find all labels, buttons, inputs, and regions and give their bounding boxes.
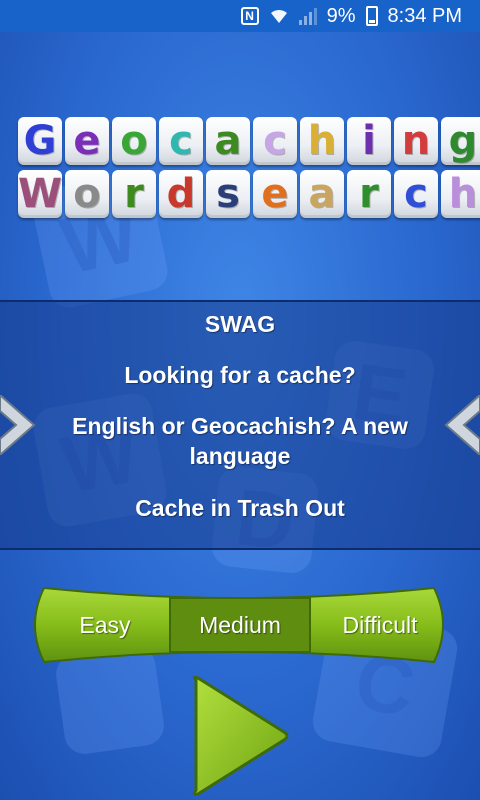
clock: 8:34 PM <box>387 4 462 27</box>
fact-text: Looking for a cache? <box>124 362 356 388</box>
title-letter-tile: G <box>18 117 62 165</box>
title-letter-tile: o <box>65 170 109 218</box>
difficulty-difficult-button[interactable]: Difficult <box>310 598 450 652</box>
title-letter-tile: h <box>441 170 480 218</box>
title-letter-tile: s <box>206 170 250 218</box>
fact-text: Cache in Trash Out <box>135 495 345 521</box>
battery-icon <box>365 6 378 26</box>
title-letter-tile: a <box>206 117 250 165</box>
title-letter-tile: i <box>347 117 391 165</box>
title-word-geocaching: Geocaching <box>18 117 480 165</box>
title-letter-tile: o <box>112 117 156 165</box>
title-letter-tile: r <box>112 170 156 218</box>
title-letter-tile: d <box>159 170 203 218</box>
title-letter-tile: h <box>300 117 344 165</box>
title-letter-tile: a <box>300 170 344 218</box>
title-letter-tile: r <box>347 170 391 218</box>
wifi-icon <box>270 9 287 23</box>
title-letter-tile: c <box>253 117 297 165</box>
title-letter-tile: g <box>441 117 480 165</box>
next-arrow-icon[interactable] <box>444 395 480 455</box>
title-letter-tile: c <box>159 117 203 165</box>
title-letter-tile: e <box>253 170 297 218</box>
title-letter-tile: e <box>65 117 109 165</box>
difficulty-medium-button[interactable]: Medium <box>172 598 308 652</box>
title-letter-tile: c <box>394 170 438 218</box>
play-button[interactable] <box>188 672 292 800</box>
title-letter-tile: W <box>17 170 63 218</box>
fact-text: SWAG <box>204 311 276 337</box>
play-icon <box>192 675 289 796</box>
battery-percent: 9% <box>326 4 356 27</box>
previous-arrow-icon[interactable] <box>0 395 36 455</box>
fact-text: English or Geocachish? A new language <box>72 413 408 469</box>
nfc-icon: N <box>240 7 259 25</box>
title-word-wordsearch: Wordsearch <box>18 170 480 218</box>
status-bar: N 9% 8:34 PM <box>0 0 480 32</box>
difficulty-easy-button[interactable]: Easy <box>40 598 170 652</box>
title-letter-tile: n <box>394 117 438 165</box>
signal-icon <box>298 7 317 25</box>
